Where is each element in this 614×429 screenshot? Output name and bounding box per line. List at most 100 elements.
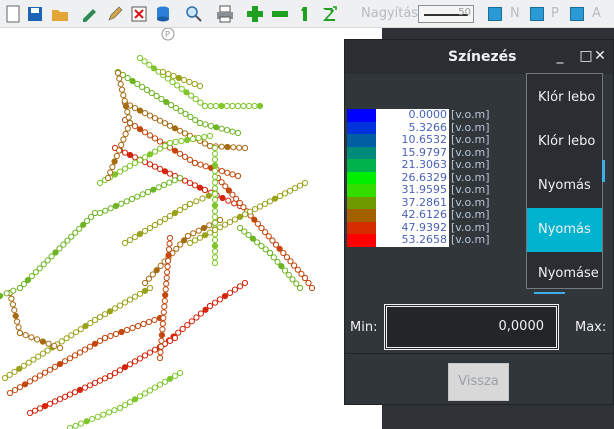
network-node[interactable]: [184, 136, 191, 144]
network-node[interactable]: [181, 237, 188, 244]
network-node[interactable]: [107, 205, 114, 212]
number-one-icon[interactable]: [295, 4, 315, 24]
network-node[interactable]: [166, 337, 174, 344]
network-node[interactable]: [296, 182, 304, 189]
network-drawing[interactable]: P: [0, 28, 382, 429]
network-node[interactable]: [186, 78, 193, 86]
network-node[interactable]: [71, 389, 79, 396]
network-node[interactable]: [10, 287, 17, 294]
network-node[interactable]: [16, 384, 24, 391]
network-node[interactable]: [116, 75, 123, 82]
network-node[interactable]: [285, 271, 292, 278]
network-node[interactable]: [136, 107, 144, 114]
network-node[interactable]: [171, 147, 179, 154]
network-node[interactable]: [56, 361, 64, 368]
network-node[interactable]: [146, 61, 153, 69]
network-node[interactable]: [141, 279, 149, 287]
network-node[interactable]: [26, 378, 34, 385]
network-node[interactable]: [131, 159, 139, 167]
network-node[interactable]: [177, 107, 184, 115]
network-node[interactable]: [276, 192, 284, 200]
network-node[interactable]: [211, 185, 219, 192]
network-node[interactable]: [158, 332, 165, 339]
network-node[interactable]: [124, 125, 131, 132]
network-node[interactable]: [270, 254, 277, 261]
network-node[interactable]: [111, 158, 118, 165]
network-node[interactable]: [58, 338, 65, 345]
network-node[interactable]: [150, 186, 157, 193]
network-node[interactable]: [76, 349, 84, 356]
network-node[interactable]: [153, 267, 160, 274]
network-node[interactable]: [44, 347, 51, 354]
network-node[interactable]: [136, 126, 144, 133]
network-node[interactable]: [196, 184, 204, 191]
network-node[interactable]: [141, 58, 148, 65]
network-node[interactable]: [202, 306, 209, 313]
network-node[interactable]: [148, 89, 155, 97]
network-node[interactable]: [139, 191, 146, 198]
new-icon[interactable]: [3, 4, 23, 24]
network-node[interactable]: [81, 384, 89, 391]
network-node[interactable]: [224, 169, 231, 176]
network-node[interactable]: [83, 418, 90, 425]
network-node[interactable]: [206, 222, 213, 229]
network-node[interactable]: [16, 365, 23, 372]
network-node[interactable]: [216, 224, 224, 231]
network-node[interactable]: [146, 224, 154, 232]
network-node[interactable]: [136, 230, 144, 238]
network-node[interactable]: [166, 139, 174, 147]
network-node[interactable]: [100, 411, 107, 418]
network-node[interactable]: [41, 403, 49, 410]
network-node[interactable]: [211, 144, 219, 152]
network-node[interactable]: [146, 151, 154, 158]
network-node[interactable]: [211, 242, 219, 249]
network-node[interactable]: [218, 143, 225, 150]
network-node[interactable]: [91, 316, 99, 324]
network-node[interactable]: [63, 335, 70, 342]
network-node[interactable]: [15, 324, 22, 331]
network-node[interactable]: [286, 187, 294, 194]
network-node[interactable]: [218, 125, 225, 132]
network-node[interactable]: [134, 80, 141, 88]
network-node[interactable]: [82, 323, 89, 330]
network-node[interactable]: [16, 284, 24, 292]
network-node[interactable]: [94, 413, 101, 420]
network-node[interactable]: [205, 192, 212, 199]
network-node[interactable]: [165, 252, 172, 259]
network-node[interactable]: [223, 102, 231, 110]
network-node[interactable]: [165, 70, 172, 78]
plus-icon[interactable]: [245, 4, 265, 24]
network-node[interactable]: [21, 381, 29, 388]
network-node[interactable]: [166, 234, 174, 242]
network-node[interactable]: [191, 237, 199, 244]
network-node[interactable]: [96, 377, 104, 384]
network-node[interactable]: [211, 196, 219, 203]
network-node[interactable]: [117, 81, 124, 88]
network-node[interactable]: [145, 275, 152, 282]
network-node[interactable]: [251, 102, 258, 110]
network-node[interactable]: [196, 234, 204, 241]
network-node[interactable]: [206, 229, 214, 236]
network-node[interactable]: [30, 356, 37, 363]
network-node[interactable]: [211, 162, 219, 169]
network-node[interactable]: [115, 147, 123, 154]
network-node[interactable]: [172, 138, 179, 146]
network-node[interactable]: [51, 363, 59, 370]
network-node[interactable]: [296, 284, 304, 292]
network-node[interactable]: [153, 92, 160, 100]
network-node[interactable]: [186, 200, 194, 208]
network-node[interactable]: [143, 86, 150, 94]
network-node[interactable]: [191, 182, 199, 189]
open-icon[interactable]: [50, 4, 70, 24]
network-node[interactable]: [86, 382, 94, 389]
network-node[interactable]: [126, 162, 134, 169]
network-node[interactable]: [160, 181, 168, 189]
network-node[interactable]: [121, 97, 128, 104]
network-node[interactable]: [256, 203, 264, 210]
network-node[interactable]: [126, 296, 134, 303]
network-node[interactable]: [81, 346, 89, 353]
network-node[interactable]: [211, 190, 219, 198]
network-node[interactable]: [168, 101, 175, 109]
network-node[interactable]: [240, 102, 247, 110]
network-node[interactable]: [39, 350, 47, 357]
